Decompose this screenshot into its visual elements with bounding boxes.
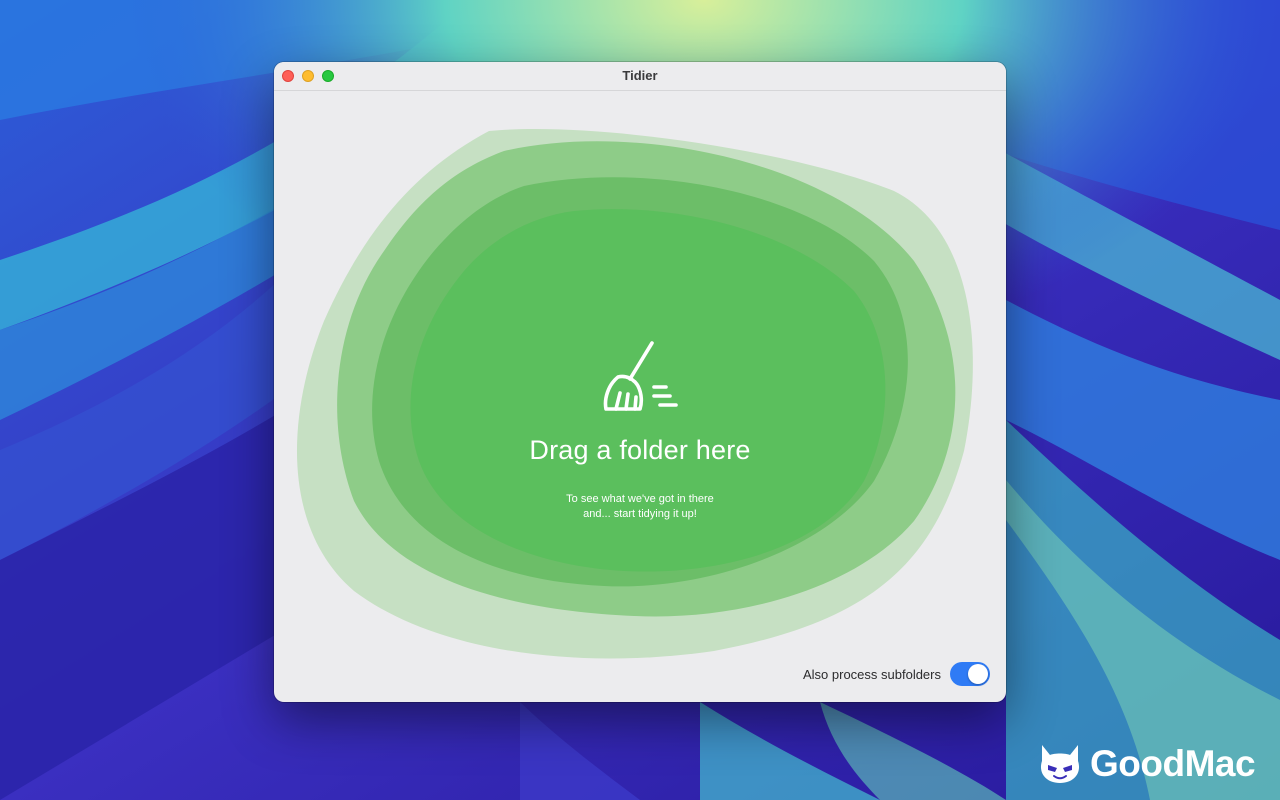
window-titlebar[interactable]: Tidier [274,62,1006,91]
desktop: Tidier Drag a folder here To see what we… [0,0,1280,800]
watermark-text: GoodMac [1090,743,1256,784]
drop-zone-subtitle-line1: To see what we've got in there [566,493,714,505]
goodmac-devil-logo-icon [1040,745,1080,783]
subfolders-toggle[interactable] [950,662,990,686]
app-window: Tidier Drag a folder here To see what we… [274,62,1006,702]
broom-icon [603,341,678,411]
drop-zone-title: Drag a folder here [529,435,751,465]
drop-zone-subtitle-line2: and... start tidying it up! [583,508,697,520]
goodmac-watermark: GoodMac [1038,741,1256,787]
subfolders-option: Also process subfolders [803,662,990,686]
toggle-knob [968,664,988,684]
subfolders-label: Also process subfolders [802,666,941,682]
window-title: Tidier [622,68,658,83]
window-content: Drag a folder here To see what we've got… [274,91,1006,702]
